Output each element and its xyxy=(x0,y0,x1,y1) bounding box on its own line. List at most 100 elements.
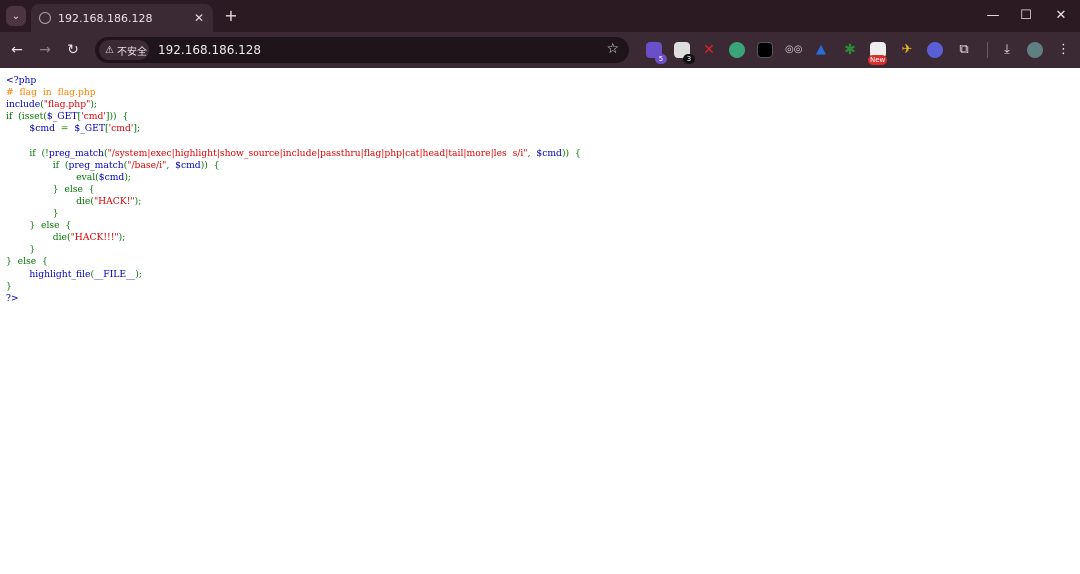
dark-square-extension-icon[interactable] xyxy=(757,42,773,58)
code-line: include("flag.php"); xyxy=(6,99,581,111)
code-token: } else { xyxy=(6,256,48,268)
code-token: $cmd xyxy=(98,171,125,183)
code-token: $cmd xyxy=(6,123,55,135)
code-token: ); xyxy=(90,99,98,111)
code-token: # flag in flag.php xyxy=(6,87,96,99)
star-icon[interactable]: ☆ xyxy=(606,41,619,57)
security-label: 不安全 xyxy=(116,46,147,58)
code-token: preg_match xyxy=(48,147,104,159)
code-token: } xyxy=(6,244,36,256)
code-token: "HACK!" xyxy=(93,195,135,207)
forward-button[interactable]: → xyxy=(36,41,54,59)
warning-triangle-icon: ⚠ xyxy=(105,44,114,56)
code-token: $_GET xyxy=(74,123,105,135)
white-cloud-extension-icon[interactable]: 3 xyxy=(674,42,695,64)
blue-drop-extension-icon[interactable]: ▲ xyxy=(813,42,829,58)
code-token: "/base/i" xyxy=(127,159,167,171)
extension-badge: 3 xyxy=(683,54,695,64)
code-token: die( xyxy=(6,195,94,207)
code-token: if (isset( xyxy=(6,111,47,123)
code-line: } xyxy=(6,244,581,256)
code-token: $_GET xyxy=(46,111,78,123)
code-line: $cmd = $_GET['cmd']; xyxy=(6,123,581,135)
code-line: die("HACK!"); xyxy=(6,196,581,208)
code-token: $cmd xyxy=(536,147,562,159)
code-token: ])) { xyxy=(105,111,129,123)
code-token: 'cmd' xyxy=(81,111,106,123)
globe-extension-icon[interactable] xyxy=(729,42,745,58)
security-chip[interactable]: ⚠ 不安全 xyxy=(99,40,149,60)
green-bug-extension-icon[interactable]: ✱ xyxy=(842,42,858,58)
download-icon[interactable]: ⤓ xyxy=(999,42,1015,58)
code-token: "HACK!!!" xyxy=(70,232,119,244)
minimize-button[interactable]: — xyxy=(985,8,1001,24)
tab-search-button[interactable]: ⌄ xyxy=(6,6,26,26)
code-token: 'cmd' xyxy=(108,123,134,135)
code-token: "flag.php" xyxy=(43,99,91,111)
globe-icon xyxy=(39,12,51,24)
code-token: } else { xyxy=(6,183,95,195)
avatar-icon[interactable] xyxy=(1027,42,1043,58)
code-line: } else { xyxy=(6,184,581,196)
code-line: eval($cmd); xyxy=(6,172,581,184)
code-token: , xyxy=(166,159,176,171)
red-x-extension-icon[interactable]: ✕ xyxy=(701,42,717,58)
code-token: ); xyxy=(124,171,131,183)
code-token: <?php xyxy=(6,75,37,86)
menu-icon[interactable]: ⋮ xyxy=(1057,42,1070,58)
code-line: highlight_file(__FILE__); xyxy=(6,269,581,281)
maximize-button[interactable]: ☐ xyxy=(1018,8,1034,24)
code-token: highlight_file xyxy=(6,268,91,280)
yellow-bird-extension-icon[interactable]: ✈ xyxy=(899,42,915,58)
tab-close-icon[interactable]: ✕ xyxy=(191,11,207,25)
code-line: } xyxy=(6,281,581,293)
code-line: if (!preg_match("/system|exec|highlight|… xyxy=(6,147,581,160)
active-tab[interactable]: 192.168.186.128 ✕ xyxy=(31,4,213,32)
code-token: $cmd xyxy=(175,159,201,171)
purple-extension-icon[interactable]: 5 xyxy=(646,42,667,64)
code-line: } else { xyxy=(6,256,581,268)
tab-strip: ⌄ 192.168.186.128 ✕ + — ☐ ✕ xyxy=(0,0,1080,32)
code-token: if (! xyxy=(6,147,49,159)
code-token: preg_match xyxy=(68,159,124,171)
code-token: = xyxy=(54,123,75,135)
code-token: if ( xyxy=(6,159,69,171)
code-token: __FILE__ xyxy=(94,268,136,280)
extension-badge: 5 xyxy=(655,54,667,64)
code-token: )) { xyxy=(561,147,581,159)
code-token: } xyxy=(6,280,12,292)
close-window-button[interactable]: ✕ xyxy=(1053,8,1069,24)
code-line: <?php xyxy=(6,75,581,87)
code-token: ); xyxy=(135,268,142,280)
code-token: ?> xyxy=(6,292,19,304)
new-tab-button[interactable]: + xyxy=(222,7,240,25)
code-token: } else { xyxy=(6,220,72,232)
code-token: )) { xyxy=(200,159,220,171)
code-token: ); xyxy=(118,232,126,244)
code-token: eval( xyxy=(6,171,99,183)
code-token: "/system|exec|highlight|show_source|incl… xyxy=(107,147,528,159)
code-token: die( xyxy=(6,232,71,244)
glasses-extension-icon[interactable]: ◎◎ xyxy=(785,42,802,58)
new-extension-icon[interactable]: New xyxy=(868,42,888,65)
tab-title: 192.168.186.128 xyxy=(58,11,153,25)
code-line: if (preg_match("/base/i", $cmd)) { xyxy=(6,160,581,172)
url-text[interactable]: 192.168.186.128 xyxy=(158,43,261,57)
reload-button[interactable]: ↻ xyxy=(64,41,82,59)
code-line: if (isset($_GET['cmd'])) { xyxy=(6,111,581,123)
code-token: } xyxy=(6,208,59,220)
code-line: # flag in flag.php xyxy=(6,87,581,99)
toolbar: ← → ↻ ⚠ 不安全 192.168.186.128 ☆ 5 3 ✕ ◎◎ ▲… xyxy=(0,32,1080,68)
puzzle-extensions-icon[interactable]: ⧉ xyxy=(956,42,972,58)
code-line: die("HACK!!!"); xyxy=(6,232,581,244)
code-token: ]; xyxy=(133,123,141,135)
toolbar-divider xyxy=(987,42,988,58)
code-line: } xyxy=(6,208,581,220)
back-button[interactable]: ← xyxy=(8,41,26,59)
blue-gear-extension-icon[interactable] xyxy=(927,42,943,58)
code-token: ); xyxy=(134,195,142,207)
code-line: ?> xyxy=(6,293,581,305)
address-bar[interactable]: ⚠ 不安全 192.168.186.128 ☆ xyxy=(95,37,629,63)
code-token: include xyxy=(6,99,41,111)
